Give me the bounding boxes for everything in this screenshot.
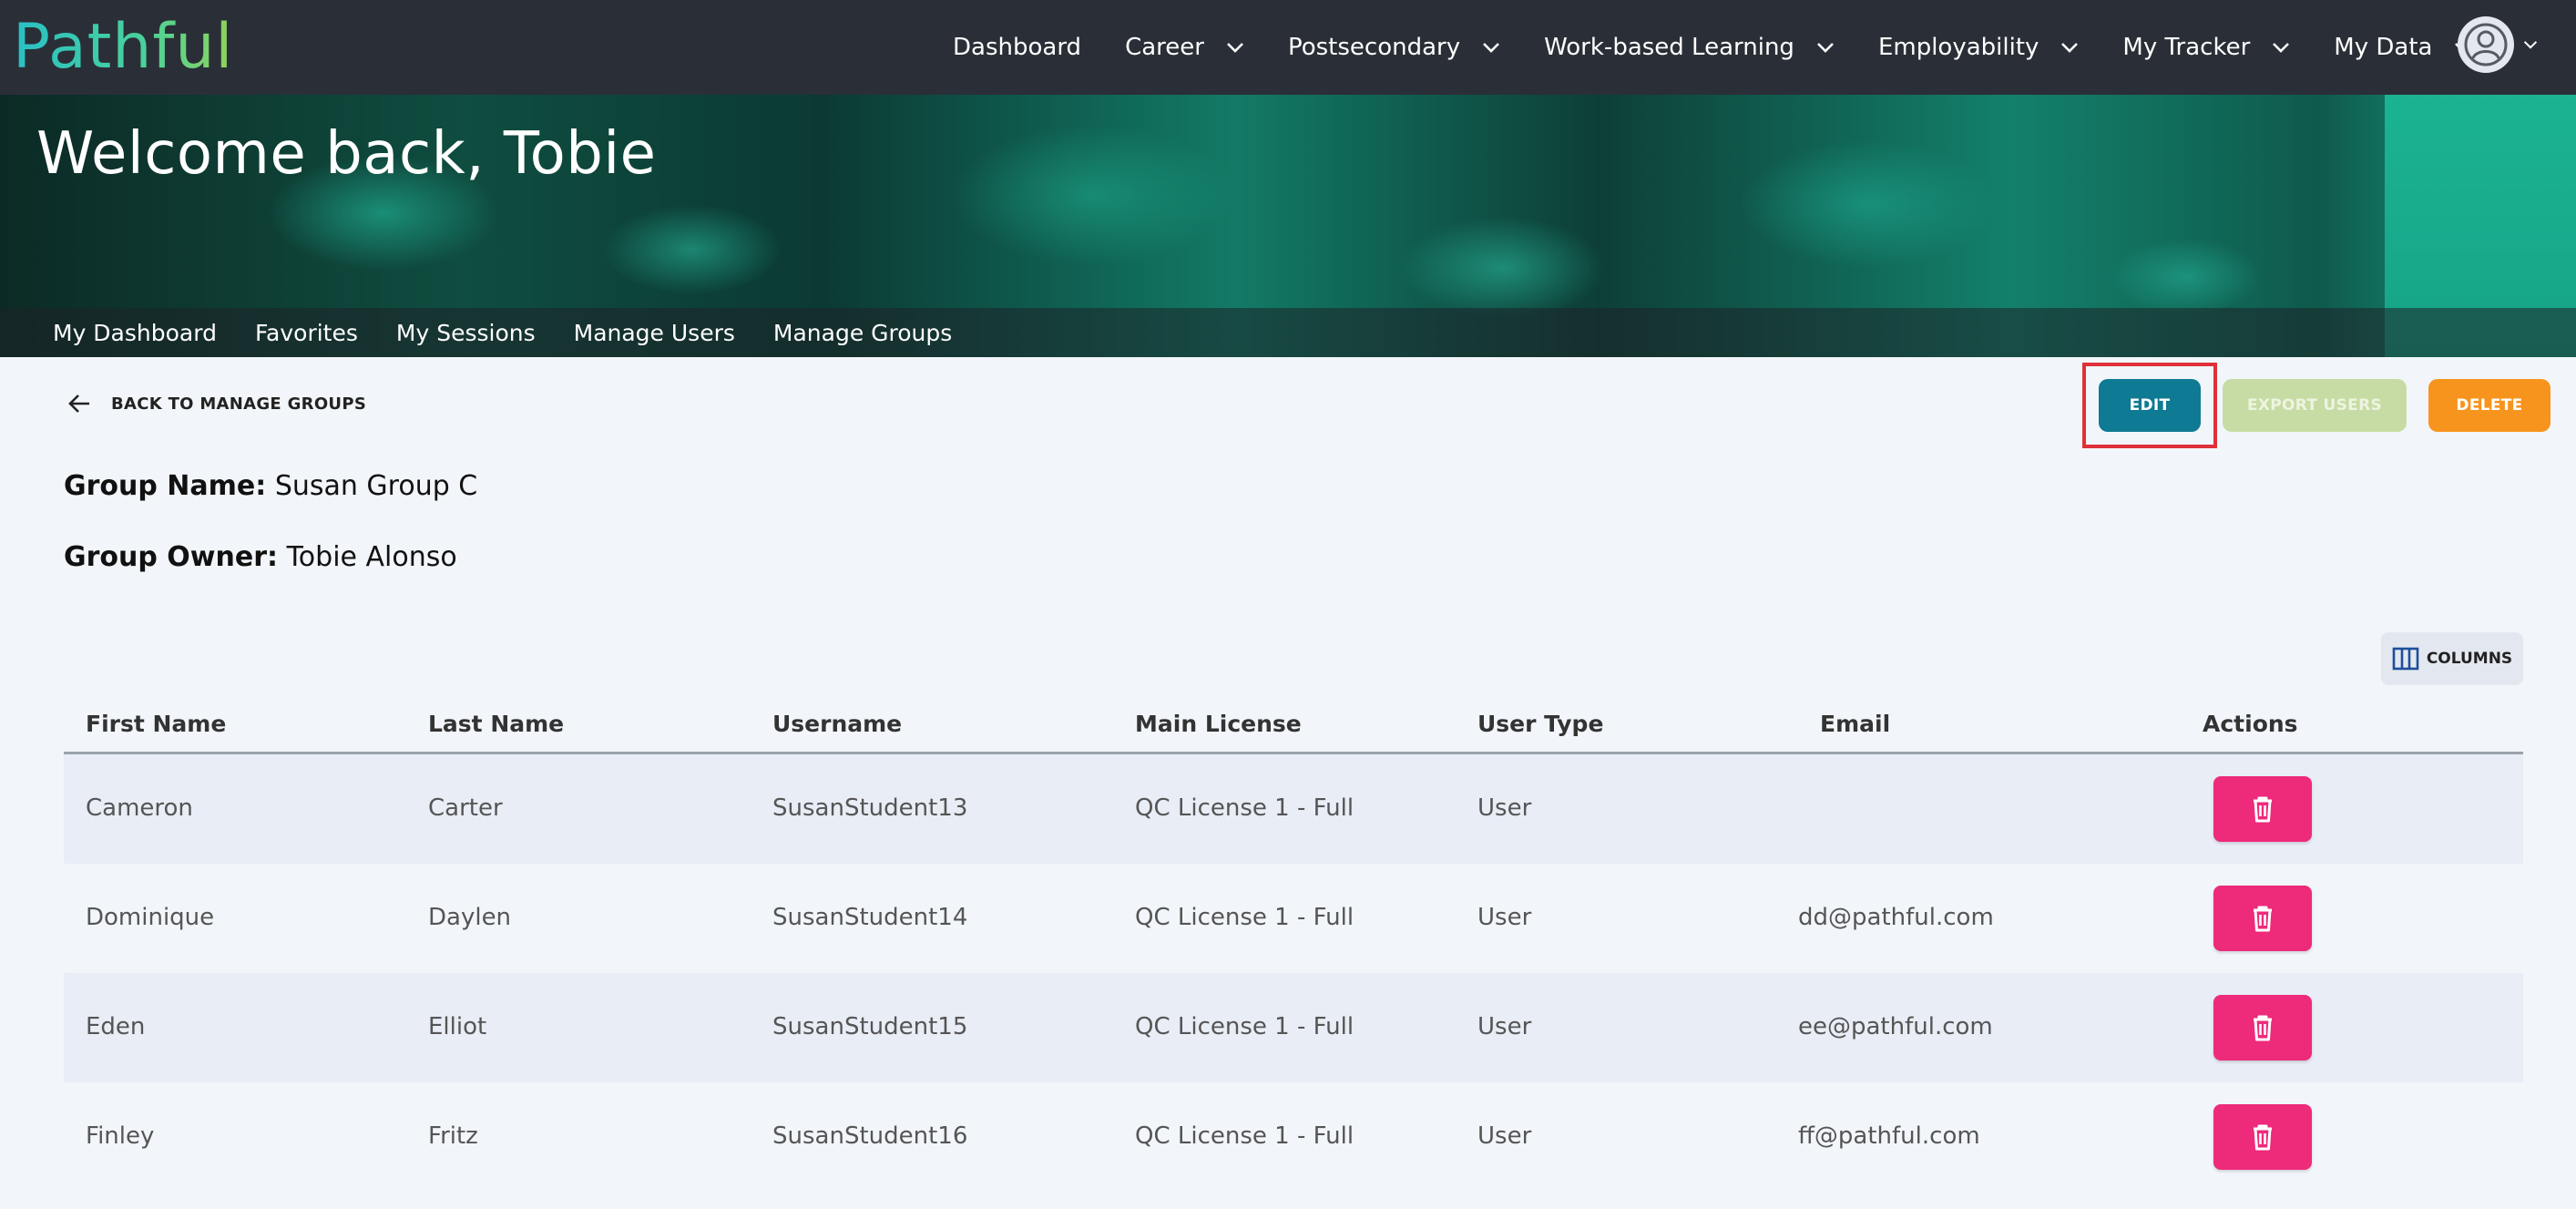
table-row: Dominique Daylen SusanStudent14 QC Licen… (64, 864, 2523, 973)
table-row: Finley Fritz SusanStudent16 QC License 1… (64, 1082, 2523, 1192)
column-header-last-name[interactable]: Last Name (428, 711, 564, 737)
arrow-left-icon (68, 394, 89, 413)
table-row: Cameron Carter SusanStudent13 QC License… (64, 754, 2523, 864)
column-header-email[interactable]: Email (1820, 711, 1890, 737)
columns-icon (2392, 647, 2419, 671)
column-header-user-type[interactable]: User Type (1477, 711, 1603, 737)
cell-username: SusanStudent15 (772, 1013, 968, 1040)
account-menu[interactable] (2458, 16, 2538, 73)
chevron-down-icon (2061, 43, 2079, 53)
table-row: Eden Elliot SusanStudent15 QC License 1 … (64, 973, 2523, 1082)
cell-username: SusanStudent14 (772, 904, 968, 931)
nav-career-label: Career (1125, 34, 1204, 61)
cell-main-license: QC License 1 - Full (1135, 1122, 1354, 1150)
pathful-logo[interactable]: Pathful (13, 5, 233, 87)
cell-email: ff@pathful.com (1798, 1122, 1980, 1150)
group-owner-line: Group Owner: Tobie Alonso (64, 541, 457, 573)
cell-last-name: Elliot (428, 1013, 487, 1040)
nav-employability-label: Employability (1877, 34, 2039, 61)
table-header: First Name Last Name Username Main Licen… (64, 700, 2523, 754)
chevron-down-icon (2273, 43, 2290, 53)
group-users-table: First Name Last Name Username Main Licen… (64, 700, 2523, 1192)
chevron-down-icon (1817, 43, 1834, 53)
cell-email: dd@pathful.com (1798, 904, 1994, 931)
group-owner-label: Group Owner: (64, 541, 279, 573)
trash-icon (2254, 1124, 2272, 1151)
nav-work-based-learning-label: Work-based Learning (1544, 34, 1794, 61)
user-avatar-icon (2458, 16, 2514, 73)
nav-career[interactable]: Career (1125, 34, 1244, 61)
back-to-manage-groups-link[interactable]: BACK TO MANAGE GROUPS (67, 394, 366, 414)
cell-first-name: Finley (86, 1122, 155, 1150)
chevron-down-icon (1483, 43, 1500, 53)
nav-employability[interactable]: Employability (1878, 34, 2079, 61)
remove-user-button[interactable] (2213, 886, 2312, 951)
back-link-label: BACK TO MANAGE GROUPS (111, 394, 367, 414)
nav-work-based-learning[interactable]: Work-based Learning (1544, 34, 1835, 61)
cell-user-type: User (1477, 794, 1532, 822)
remove-user-button[interactable] (2213, 776, 2312, 842)
cell-main-license: QC License 1 - Full (1135, 904, 1354, 931)
logo-text: Pathful (13, 10, 234, 83)
cell-user-type: User (1477, 1013, 1532, 1040)
trash-icon (2254, 1015, 2272, 1041)
cell-username: SusanStudent16 (772, 1122, 968, 1150)
column-header-first-name[interactable]: First Name (86, 711, 226, 737)
cell-main-license: QC License 1 - Full (1135, 794, 1354, 822)
subnav-favorites[interactable]: Favorites (255, 320, 358, 346)
group-name-value: Susan Group C (274, 470, 478, 502)
remove-user-button[interactable] (2213, 995, 2312, 1060)
cell-main-license: QC License 1 - Full (1135, 1013, 1354, 1040)
chevron-down-icon (2523, 41, 2538, 49)
edit-button[interactable]: EDIT (2099, 379, 2201, 432)
cell-last-name: Daylen (428, 904, 512, 931)
dashboard-subnav: My Dashboard Favorites My Sessions Manag… (0, 308, 2576, 357)
cell-email: ee@pathful.com (1798, 1013, 1993, 1040)
nav-postsecondary-label: Postsecondary (1287, 34, 1461, 61)
nav-dashboard[interactable]: Dashboard (953, 34, 1081, 61)
top-navbar: Pathful Dashboard Career Postsecondary W… (0, 0, 2576, 95)
group-owner-value: Tobie Alonso (286, 541, 457, 573)
chevron-down-icon (1227, 43, 1243, 53)
cell-user-type: User (1477, 1122, 1532, 1150)
nav-my-data[interactable]: My Data (2334, 34, 2472, 61)
hero-banner: Welcome back, Tobie My Dashboard Favorit… (0, 95, 2576, 357)
subnav-manage-groups[interactable]: Manage Groups (773, 320, 952, 346)
cell-first-name: Cameron (86, 794, 193, 822)
remove-user-button[interactable] (2213, 1104, 2312, 1170)
subnav-manage-users[interactable]: Manage Users (574, 320, 735, 346)
columns-button[interactable]: COLUMNS (2381, 632, 2523, 685)
welcome-heading: Welcome back, Tobie (36, 120, 657, 188)
subnav-my-dashboard[interactable]: My Dashboard (53, 320, 217, 346)
cell-last-name: Carter (428, 794, 503, 822)
nav-my-data-label: My Data (2334, 34, 2433, 61)
trash-icon (2254, 796, 2272, 823)
column-header-username[interactable]: Username (772, 711, 902, 737)
group-name-line: Group Name: Susan Group C (64, 470, 477, 502)
cell-first-name: Eden (86, 1013, 146, 1040)
nav-my-tracker[interactable]: My Tracker (2122, 34, 2290, 61)
column-header-actions: Actions (2203, 711, 2298, 737)
nav-my-tracker-label: My Tracker (2122, 34, 2251, 61)
export-users-button[interactable]: EXPORT USERS (2223, 379, 2407, 432)
cell-last-name: Fritz (428, 1122, 478, 1150)
subnav-my-sessions[interactable]: My Sessions (396, 320, 536, 346)
delete-group-button[interactable]: DELETE (2428, 379, 2550, 432)
trash-icon (2254, 906, 2272, 932)
nav-postsecondary[interactable]: Postsecondary (1288, 34, 1500, 61)
group-name-label: Group Name: (64, 470, 267, 502)
cell-user-type: User (1477, 904, 1532, 931)
columns-label: COLUMNS (2426, 650, 2513, 668)
column-header-main-license[interactable]: Main License (1135, 711, 1302, 737)
main-nav: Dashboard Career Postsecondary Work-base… (953, 0, 2472, 95)
cell-first-name: Dominique (86, 904, 215, 931)
cell-username: SusanStudent13 (772, 794, 968, 822)
nav-dashboard-label: Dashboard (953, 34, 1082, 61)
